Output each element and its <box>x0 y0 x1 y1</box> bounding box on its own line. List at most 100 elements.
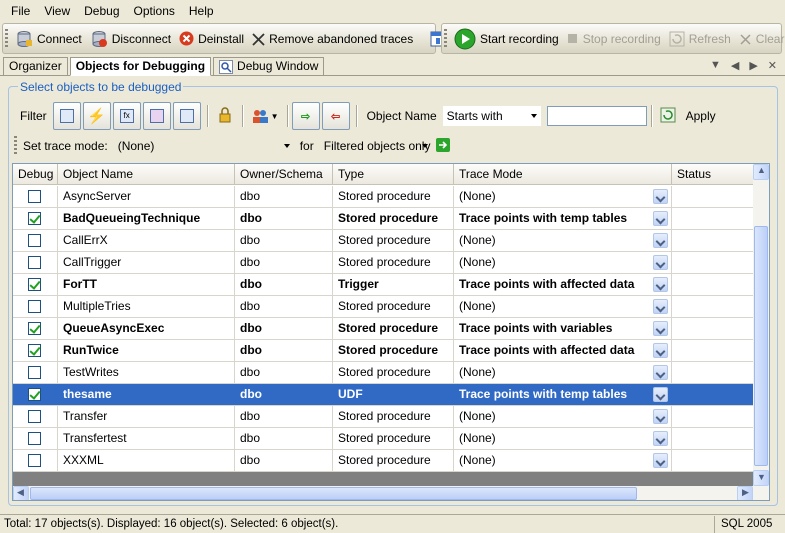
table-row[interactable]: Transfer dbo Stored procedure (None) <box>13 406 755 428</box>
menu-view[interactable]: View <box>37 0 77 22</box>
trace-mode-cell[interactable]: (None) <box>454 450 672 471</box>
trace-mode-dropdown-button[interactable] <box>653 343 668 358</box>
debug-checkbox[interactable] <box>28 212 41 225</box>
filter-functions-button[interactable]: fx <box>112 102 141 130</box>
scroll-down-button[interactable]: ▼ <box>753 470 769 486</box>
trace-mode-cell[interactable]: Trace points with variables <box>454 318 672 339</box>
debug-checkbox[interactable] <box>28 300 41 313</box>
scroll-right-button[interactable]: ▶ <box>737 486 753 500</box>
trace-mode-dropdown-button[interactable] <box>653 233 668 248</box>
trace-mode-cell[interactable]: Trace points with affected data <box>454 340 672 361</box>
column-header-debug[interactable]: Debug <box>13 164 58 184</box>
table-row[interactable]: QueueAsyncExec dbo Stored procedure Trace p… <box>13 318 755 340</box>
toolbar-grip[interactable] <box>5 29 8 49</box>
vertical-scrollbar[interactable]: ▲ ▼ <box>753 164 769 486</box>
toolbar-grip[interactable] <box>444 29 447 49</box>
scroll-up-button[interactable]: ▲ <box>753 164 769 180</box>
table-row[interactable]: Transfertest dbo Stored procedure (None) <box>13 428 755 450</box>
match-mode-select[interactable]: Starts with <box>442 106 541 126</box>
trace-scope-select[interactable]: Filtered objects only <box>320 136 432 156</box>
table-row[interactable]: thesame dbo UDF Trace points with temp tabl… <box>13 384 755 406</box>
menu-debug[interactable]: Debug <box>77 0 126 22</box>
table-row[interactable]: CallErrX dbo Stored procedure (None) <box>13 230 755 252</box>
trace-mode-dropdown-button[interactable] <box>653 453 668 468</box>
trace-mode-cell[interactable]: (None) <box>454 428 672 449</box>
column-header-status[interactable]: Status <box>672 164 755 184</box>
trace-mode-dropdown-button[interactable] <box>653 255 668 270</box>
debug-checkbox[interactable] <box>28 388 41 401</box>
trace-mode-dropdown-button[interactable] <box>653 189 668 204</box>
debug-checkbox[interactable] <box>28 190 41 203</box>
clear-button[interactable]: Clear <box>735 27 785 51</box>
connect-button[interactable]: Connect <box>11 27 86 51</box>
table-row[interactable]: ForTT dbo Trigger Trace points with affecte… <box>13 274 755 296</box>
trace-mode-dropdown-button[interactable] <box>653 409 668 424</box>
horizontal-scrollbar[interactable]: ◀ ▶ <box>13 486 769 500</box>
column-header-object-name[interactable]: Object Name <box>58 164 235 184</box>
apply-button[interactable]: Apply <box>680 109 722 123</box>
tab-list-icon[interactable]: ▼ <box>710 59 721 72</box>
refresh-button[interactable]: Refresh <box>665 27 735 51</box>
menu-options[interactable]: Options <box>127 0 182 22</box>
filter-views-button[interactable] <box>142 102 171 130</box>
debug-checkbox[interactable] <box>28 256 41 269</box>
start-recording-button[interactable]: Start recording <box>450 27 563 51</box>
trace-mode-dropdown-button[interactable] <box>653 211 668 226</box>
menu-file[interactable]: File <box>4 0 37 22</box>
remove-abandoned-traces-button[interactable]: Remove abandoned traces <box>248 27 417 51</box>
object-name-input[interactable] <box>546 106 647 126</box>
filter-triggers-button[interactable]: ⚡ <box>82 102 111 130</box>
trace-mode-cell[interactable]: (None) <box>454 296 672 317</box>
tab-organizer[interactable]: Organizer <box>3 57 68 75</box>
debug-checkbox[interactable] <box>28 344 41 357</box>
users-dropdown[interactable]: ▼ <box>247 108 283 124</box>
debug-checkbox[interactable] <box>28 454 41 467</box>
horizontal-scroll-thumb[interactable] <box>30 487 637 500</box>
trace-mode-cell[interactable]: Trace points with affected data <box>454 274 672 295</box>
debug-checkbox[interactable] <box>28 432 41 445</box>
debug-checkbox[interactable] <box>28 322 41 335</box>
tab-debug-window[interactable]: Debug Window <box>213 57 325 75</box>
include-button[interactable]: ⇨ <box>291 102 320 130</box>
trace-mode-cell[interactable]: (None) <box>454 230 672 251</box>
trace-mode-dropdown-button[interactable] <box>653 277 668 292</box>
debug-checkbox[interactable] <box>28 366 41 379</box>
table-row[interactable]: MultipleTries dbo Stored procedure (None) <box>13 296 755 318</box>
trace-mode-dropdown-button[interactable] <box>653 431 668 446</box>
trace-mode-cell[interactable]: (None) <box>454 252 672 273</box>
tab-scroll-left-icon[interactable]: ◀ <box>731 59 739 72</box>
trace-mode-cell[interactable]: (None) <box>454 406 672 427</box>
column-header-owner[interactable]: Owner/Schema <box>235 164 333 184</box>
menu-help[interactable]: Help <box>182 0 221 22</box>
table-row[interactable]: TestWrites dbo Stored procedure (None) <box>13 362 755 384</box>
filter-procedures-button[interactable] <box>172 102 201 130</box>
table-row[interactable]: XXXML dbo Stored procedure (None) <box>13 450 755 472</box>
column-header-trace-mode[interactable]: Trace Mode <box>454 164 672 184</box>
trace-mode-cell[interactable]: Trace points with temp tables <box>454 208 672 229</box>
disconnect-button[interactable]: Disconnect <box>86 27 175 51</box>
tab-scroll-right-icon[interactable]: ▶ <box>749 59 757 72</box>
trace-mode-dropdown-button[interactable] <box>653 321 668 336</box>
column-header-type[interactable]: Type <box>333 164 454 184</box>
table-row[interactable]: BadQueueingTechnique dbo Stored procedure T… <box>13 208 755 230</box>
scroll-left-button[interactable]: ◀ <box>13 486 29 500</box>
vertical-scroll-thumb[interactable] <box>754 226 768 466</box>
close-tab-icon[interactable]: ✕ <box>768 59 777 72</box>
stop-recording-button[interactable]: Stop recording <box>563 27 665 51</box>
trace-mode-dropdown-button[interactable] <box>653 365 668 380</box>
trace-mode-cell[interactable]: (None) <box>454 362 672 383</box>
table-row[interactable]: AsyncServer dbo Stored procedure (None) <box>13 186 755 208</box>
trace-mode-select[interactable]: (None) <box>114 136 294 156</box>
debug-checkbox[interactable] <box>28 234 41 247</box>
apply-trace-button[interactable] <box>435 137 450 155</box>
apply-filter-icon[interactable] <box>656 107 680 126</box>
table-row[interactable]: RunTwice dbo Stored procedure Trace points … <box>13 340 755 362</box>
debug-checkbox[interactable] <box>28 278 41 291</box>
filter-tables-button[interactable] <box>52 102 81 130</box>
deinstall-button[interactable]: Deinstall <box>175 27 248 51</box>
table-row[interactable]: CallTrigger dbo Stored procedure (None) <box>13 252 755 274</box>
trace-mode-dropdown-button[interactable] <box>653 299 668 314</box>
exclude-button[interactable]: ⇦ <box>321 102 350 130</box>
trace-mode-dropdown-button[interactable] <box>653 387 668 402</box>
trace-mode-cell[interactable]: (None) <box>454 186 672 207</box>
